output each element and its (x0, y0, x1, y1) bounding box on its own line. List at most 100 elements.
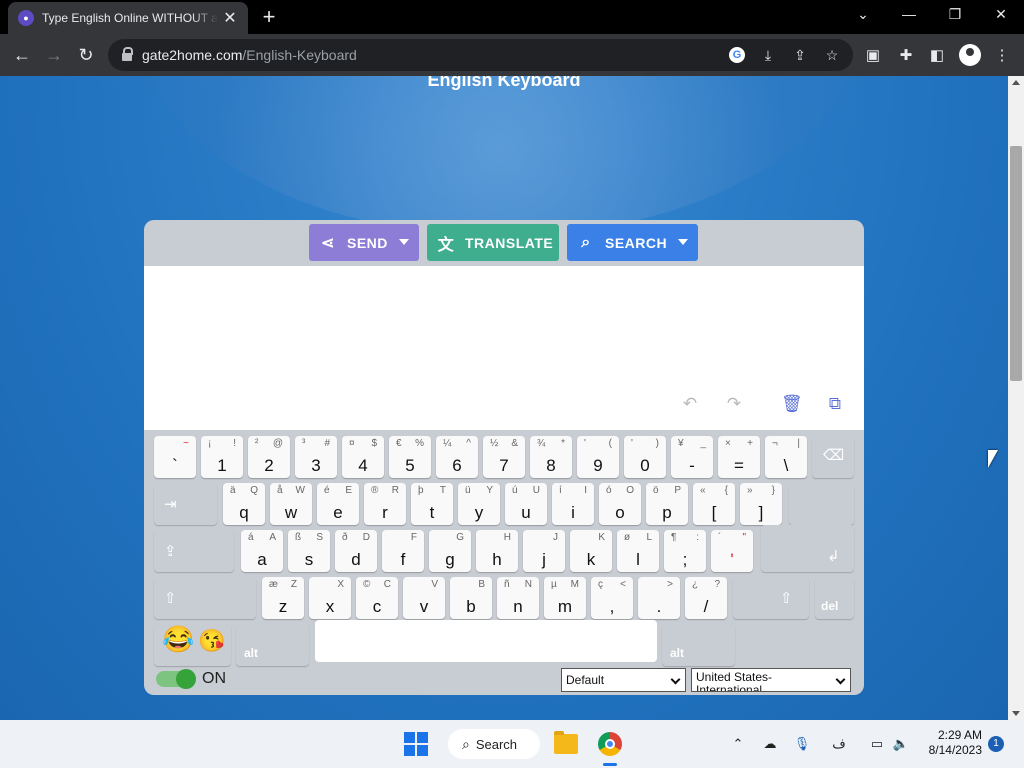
enter-key-upper[interactable] (789, 483, 854, 525)
key-0-10[interactable]: ') 0 (624, 436, 666, 478)
windows-start-icon[interactable] (404, 732, 428, 756)
key-1-8[interactable]: ó Oo (599, 483, 641, 525)
redo-icon[interactable]: ↷ (724, 394, 744, 414)
caps-lock-key[interactable]: ⇪ (154, 530, 234, 572)
media-icon[interactable]: ▣ (864, 46, 882, 64)
cloud-offline-icon[interactable]: ☁ (761, 736, 779, 752)
key-1-9[interactable]: ö Pp (646, 483, 688, 525)
tab-key[interactable]: ⇥ (154, 483, 217, 525)
key-3-4[interactable]: Bb (450, 577, 492, 619)
key-0-7[interactable]: ½ & 7 (483, 436, 525, 478)
back-button[interactable]: ← (11, 44, 33, 66)
layout-select[interactable]: Default (561, 668, 686, 692)
speaker-icon[interactable]: 🔈 (892, 736, 910, 752)
bookmark-star-icon[interactable]: ☆ (823, 47, 841, 64)
search-button[interactable]: ⌕ SEARCH (567, 224, 698, 261)
key-2-10[interactable]: ´ " ' (711, 530, 753, 572)
delete-key[interactable]: del (815, 577, 854, 619)
undo-icon[interactable]: ↶ (680, 394, 700, 414)
key-1-7[interactable]: í Ii (552, 483, 594, 525)
key-2-5[interactable]: Hh (476, 530, 518, 572)
profile-avatar[interactable] (959, 44, 981, 66)
key-0-12[interactable]: × + = (718, 436, 760, 478)
key-0-13[interactable]: ¬ | \ (765, 436, 807, 478)
locale-select[interactable]: United States-International (691, 668, 851, 692)
key-2-8[interactable]: ø Ll (617, 530, 659, 572)
key-1-5[interactable]: ü Yy (458, 483, 500, 525)
send-button[interactable]: ⋖ SEND (309, 224, 419, 261)
key-0-8[interactable]: ¾ * 8 (530, 436, 572, 478)
new-tab-button[interactable]: + (258, 6, 280, 28)
left-shift-key[interactable]: ⇧ (154, 577, 256, 619)
key-1-3[interactable]: ® Rr (364, 483, 406, 525)
microphone-icon[interactable]: 🎙 (793, 736, 811, 752)
key-3-8[interactable]: >. (638, 577, 680, 619)
key-1-11[interactable]: »}] (740, 483, 782, 525)
trash-icon[interactable]: 🗑 (781, 394, 803, 414)
right-shift-key[interactable]: ⇧ (733, 577, 809, 619)
language-indicator[interactable]: ف (830, 736, 848, 752)
key-0-6[interactable]: ¼ ^ 6 (436, 436, 478, 478)
key-1-4[interactable]: þ Tt (411, 483, 453, 525)
key-3-2[interactable]: © Cc (356, 577, 398, 619)
key-2-4[interactable]: Gg (429, 530, 471, 572)
translate-button[interactable]: 文 TRANSLATE (427, 224, 559, 261)
network-icon[interactable]: ▭ (868, 736, 886, 752)
backspace-key[interactable]: ⌫ (812, 436, 854, 478)
browser-tab[interactable]: ● Type English Online WITHOUT a Keyboard… (8, 2, 248, 34)
key-2-2[interactable]: ð Dd (335, 530, 377, 572)
key-1-0[interactable]: ä Qq (223, 483, 265, 525)
notification-badge[interactable]: 1 (988, 736, 1004, 752)
share-icon[interactable]: ⇪ (791, 47, 809, 64)
taskbar-search[interactable]: ⌕ Search (448, 729, 540, 759)
reload-button[interactable]: ↻ (75, 44, 97, 66)
key-2-6[interactable]: Jj (523, 530, 565, 572)
key-3-3[interactable]: Vv (403, 577, 445, 619)
close-window-button[interactable]: ✕ (991, 6, 1011, 23)
key-0-2[interactable]: ² @2 (248, 436, 290, 478)
key-3-6[interactable]: µ Mm (544, 577, 586, 619)
scroll-up-icon[interactable] (1012, 80, 1020, 85)
file-explorer-icon[interactable] (554, 731, 578, 754)
key-1-10[interactable]: « {[ (693, 483, 735, 525)
chrome-icon[interactable] (598, 732, 622, 756)
key-2-9[interactable]: ¶:; (664, 530, 706, 572)
extensions-puzzle-icon[interactable]: ✚ (897, 46, 915, 64)
restore-button[interactable]: ❐ (945, 6, 965, 23)
close-tab-icon[interactable]: ✕ (222, 8, 238, 28)
scroll-down-icon[interactable] (1012, 711, 1020, 716)
key-0-1[interactable]: ¡! 1 (201, 436, 243, 478)
copy-icon[interactable]: ⧉ (825, 394, 845, 414)
right-alt-key[interactable]: alt (662, 624, 735, 666)
key-0-9[interactable]: ' (9 (577, 436, 619, 478)
key-0-4[interactable]: ¤ $4 (342, 436, 384, 478)
key-2-7[interactable]: Kk (570, 530, 612, 572)
left-alt-key[interactable]: alt (236, 624, 309, 666)
key-1-2[interactable]: é Ee (317, 483, 359, 525)
keyboard-toggle[interactable] (156, 669, 196, 689)
system-clock[interactable]: 2:29 AM 8/14/2023 (916, 728, 982, 758)
side-panel-icon[interactable]: ◧ (928, 46, 946, 64)
key-0-5[interactable]: €% 5 (389, 436, 431, 478)
key-0-11[interactable]: ¥ _ - (671, 436, 713, 478)
key-0-3[interactable]: ³ #3 (295, 436, 337, 478)
google-lens-icon[interactable]: G (729, 47, 745, 63)
space-key[interactable] (315, 620, 657, 662)
chevron-down-icon[interactable] (399, 239, 409, 245)
chevron-up-icon[interactable]: ⌃ (729, 736, 747, 752)
key-0-0[interactable]: ~ ` (154, 436, 196, 478)
key-3-7[interactable]: ç <, (591, 577, 633, 619)
key-3-0[interactable]: æ Zz (262, 577, 304, 619)
key-1-6[interactable]: ú Uu (505, 483, 547, 525)
minimize-button[interactable]: — (899, 6, 919, 22)
enter-key[interactable]: ↲ (761, 525, 854, 572)
key-1-1[interactable]: å Ww (270, 483, 312, 525)
page-scrollbar[interactable] (1008, 76, 1024, 720)
install-app-icon[interactable]: ⤓ (759, 47, 777, 64)
scroll-thumb[interactable] (1010, 146, 1022, 381)
menu-kebab-icon[interactable]: ⋮ (993, 46, 1011, 64)
key-2-0[interactable]: á Aa (241, 530, 283, 572)
tab-search-icon[interactable]: ⌄ (853, 6, 873, 23)
key-3-9[interactable]: ¿? / (685, 577, 727, 619)
key-2-3[interactable]: Ff (382, 530, 424, 572)
